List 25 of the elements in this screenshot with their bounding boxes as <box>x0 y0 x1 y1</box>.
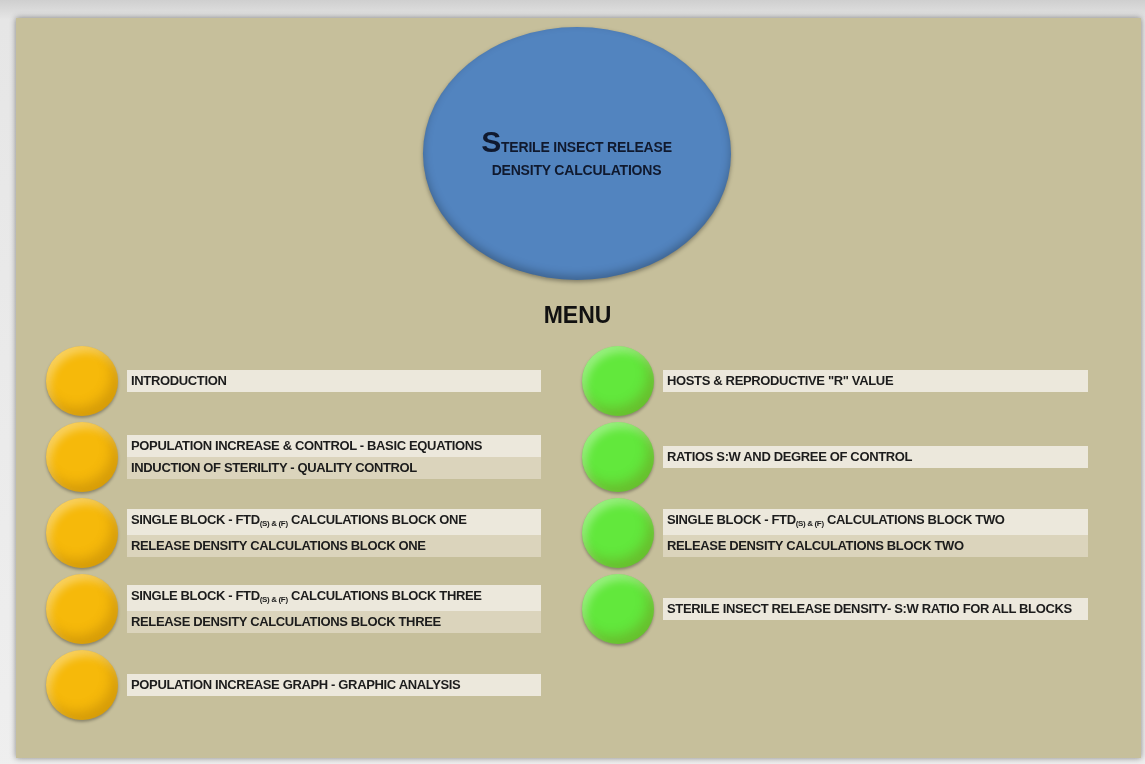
menu-circle-button[interactable] <box>582 346 654 416</box>
menu-circle-button[interactable] <box>582 498 654 568</box>
title-text: STERILE INSECT RELEASE <box>481 129 672 159</box>
menu-item-label[interactable]: RELEASE DENSITY CALCULATIONS BLOCK THREE <box>127 611 541 633</box>
menu-item-label[interactable]: RELEASE DENSITY CALCULATIONS BLOCK TWO <box>663 535 1088 557</box>
title-text: DENSITY CALCULATIONS <box>491 160 662 180</box>
menu-item-label[interactable]: HOSTS & REPRODUCTIVE "R" VALUE <box>663 370 1088 392</box>
menu-circle-button[interactable] <box>582 422 654 492</box>
menu-item-label[interactable]: INTRODUCTION <box>127 370 541 392</box>
menu-circle-button[interactable] <box>46 574 118 644</box>
menu-circle-button[interactable] <box>46 498 118 568</box>
menu-circle-button[interactable] <box>46 346 118 416</box>
menu-item-label[interactable]: STERILE INSECT RELEASE DENSITY- S:W RATIO FOR ALL BLOCKS <box>663 598 1088 620</box>
menu-item-label[interactable]: POPULATION INCREASE & CONTROL - BASIC EQUATIONS <box>127 435 541 457</box>
menu-item-label[interactable]: SINGLE BLOCK - FTD$_{(S) & (F)}$ CALCULATIONS BLOCK ONE <box>127 509 541 535</box>
menu-item-label[interactable]: SINGLE BLOCK - FTD$_{(S) & (F)}$ CALCULATIONS BLOCK TWO <box>663 509 1088 535</box>
menu-circle-button[interactable] <box>46 650 118 720</box>
menu-item-label[interactable]: RATIOS S:W AND DEGREE OF CONTROL <box>663 446 1088 468</box>
menu-circle-button[interactable] <box>46 422 118 492</box>
menu-item-label[interactable]: POPULATION INCREASE GRAPH - GRAPHIC ANALYSIS <box>127 674 541 696</box>
menu-circle-button[interactable] <box>582 574 654 644</box>
menu-item-label[interactable]: INDUCTION OF STERILITY - QUALITY CONTROL <box>127 457 541 479</box>
menu-heading: MENU <box>543 302 612 329</box>
menu-item-label[interactable]: SINGLE BLOCK - FTD$_{(S) & (F)}$ CALCULATIONS BLOCK THREE <box>127 585 541 611</box>
menu-item-label[interactable]: RELEASE DENSITY CALCULATIONS BLOCK ONE <box>127 535 541 557</box>
